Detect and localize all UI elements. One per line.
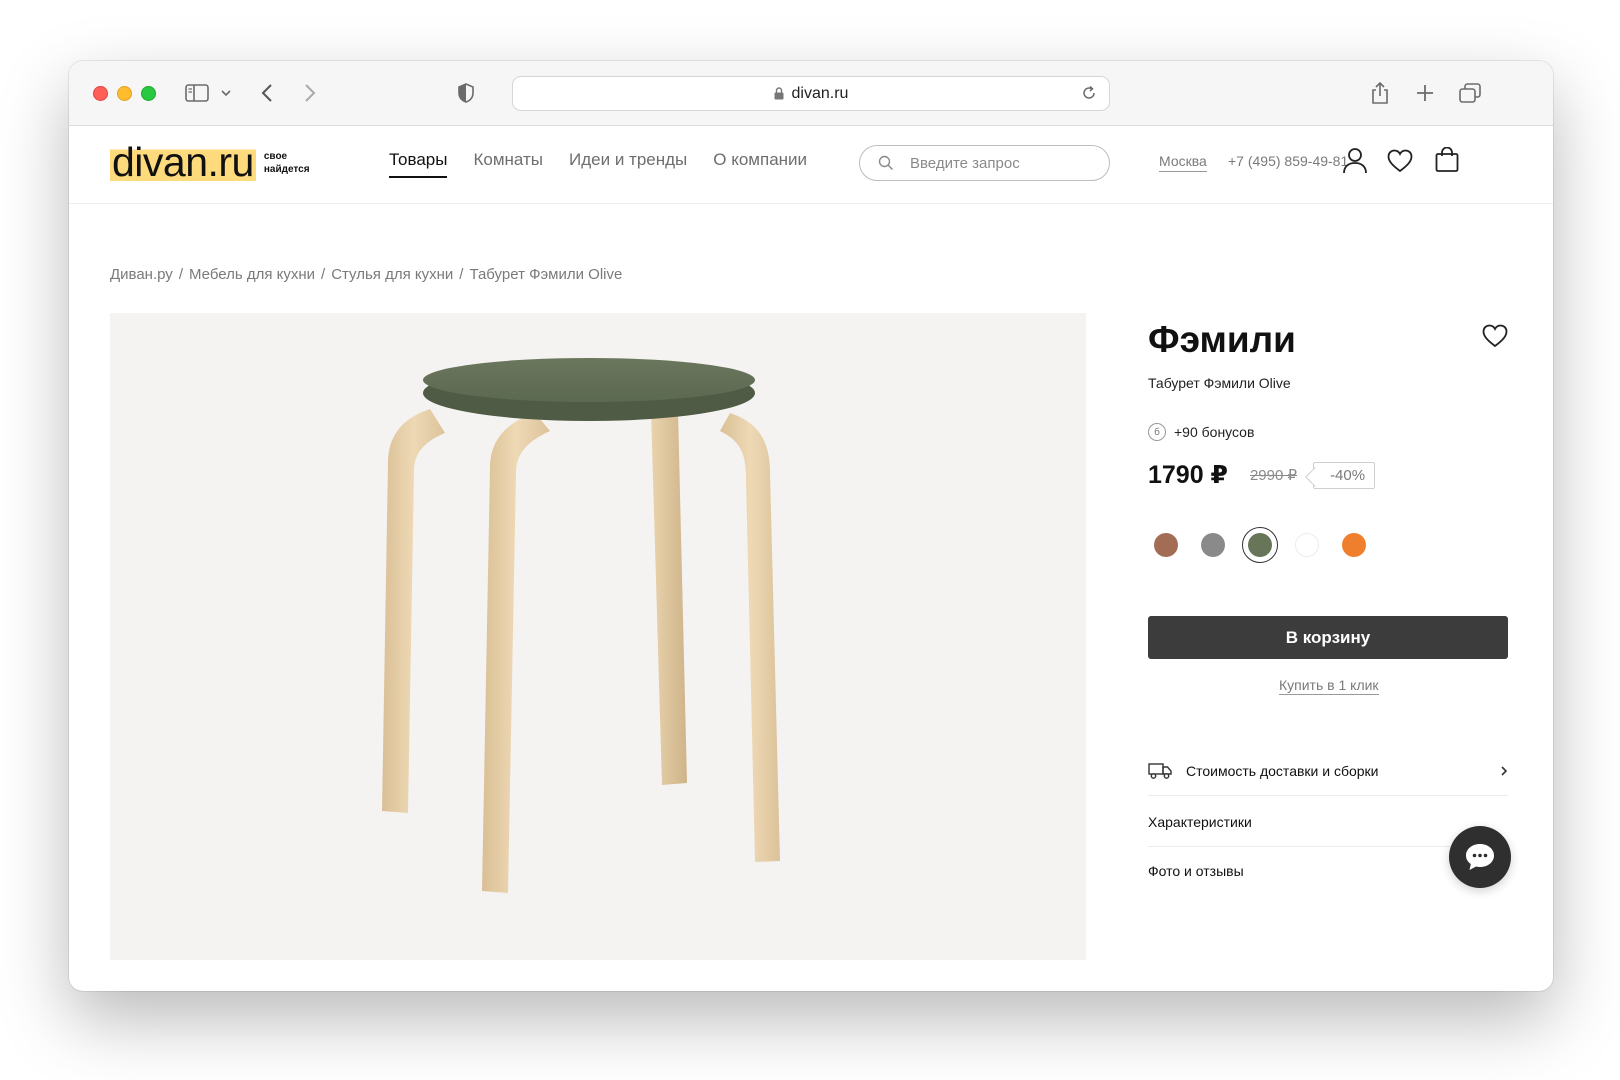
bonus-info: б +90 бонусов <box>1148 423 1254 441</box>
nav-item-ideas[interactable]: Идеи и тренды <box>569 150 687 178</box>
reload-icon[interactable] <box>1081 85 1097 101</box>
current-price: 1790 ₽ <box>1148 461 1228 489</box>
add-to-favorites-heart-icon[interactable] <box>1482 324 1508 348</box>
discount-badge: -40% <box>1313 461 1376 489</box>
share-icon[interactable] <box>1368 79 1392 107</box>
privacy-shield-icon[interactable] <box>455 79 477 107</box>
heart-icon[interactable] <box>1387 149 1413 173</box>
swatch-orange[interactable] <box>1336 527 1372 563</box>
chevron-right-icon <box>1500 765 1508 777</box>
address-bar[interactable]: divan.ru <box>512 76 1110 111</box>
nav-item-about[interactable]: О компании <box>713 150 807 178</box>
forward-arrow-icon[interactable] <box>300 79 320 107</box>
color-swatches <box>1148 527 1383 563</box>
buy-one-click-link[interactable]: Купить в 1 клик <box>1279 677 1379 695</box>
breadcrumb-item-current: Табурет Фэмили Olive <box>469 266 623 283</box>
browser-toolbar: divan.ru <box>69 61 1553 126</box>
back-arrow-icon[interactable] <box>257 79 277 107</box>
city-selector[interactable]: Москва <box>1159 153 1207 172</box>
url-text: divan.ru <box>791 84 849 102</box>
accordion-specs-label: Характеристики <box>1148 813 1252 830</box>
breadcrumb-item-kitchen[interactable]: Мебель для кухни <box>189 266 315 283</box>
site-header: divan.ru свое найдется Товары Комнаты Ид… <box>69 126 1553 204</box>
old-price: 2990 ₽ <box>1249 467 1298 484</box>
new-tab-icon[interactable] <box>1413 79 1437 107</box>
breadcrumb-item-chairs[interactable]: Стулья для кухни <box>331 266 453 283</box>
breadcrumb-separator: / <box>178 266 183 283</box>
search-icon <box>878 155 894 171</box>
chevron-down-icon[interactable] <box>219 79 233 107</box>
chat-bubble-icon <box>1464 842 1496 872</box>
swatch-brown[interactable] <box>1148 527 1184 563</box>
product-image[interactable] <box>110 313 1086 960</box>
truck-icon <box>1148 762 1172 780</box>
nav-item-products[interactable]: Товары <box>389 150 448 178</box>
zoom-window-button[interactable] <box>141 86 156 101</box>
browser-window: divan.ru divan.ru свое найдется Товары К… <box>69 61 1553 991</box>
stool-illustration <box>382 358 780 893</box>
minimize-window-button[interactable] <box>117 86 132 101</box>
sidebar-toggle-icon[interactable] <box>183 79 211 107</box>
price-row: 1790 ₽ 2990 ₽ -40% <box>1148 460 1376 490</box>
logo-text: divan.ru <box>110 139 256 185</box>
user-icon[interactable] <box>1342 147 1368 175</box>
search-box[interactable] <box>859 145 1110 181</box>
accordion-delivery[interactable]: Стоимость доставки и сборки <box>1148 746 1508 796</box>
nav-item-rooms[interactable]: Комнаты <box>473 150 543 178</box>
product-title: Фэмили <box>1148 319 1296 360</box>
swatch-white[interactable] <box>1289 527 1325 563</box>
main-nav: Товары Комнаты Идеи и тренды О компании <box>389 150 833 178</box>
lock-icon <box>774 87 784 100</box>
search-input[interactable] <box>910 154 1090 172</box>
breadcrumb-separator: / <box>321 266 326 283</box>
breadcrumb-separator: / <box>459 266 464 283</box>
add-to-cart-button[interactable]: В корзину <box>1148 616 1508 659</box>
close-window-button[interactable] <box>93 86 108 101</box>
accordion-photos-label: Фото и отзывы <box>1148 863 1244 879</box>
tab-overview-icon[interactable] <box>1458 79 1482 107</box>
chat-button[interactable] <box>1449 826 1511 888</box>
swatch-gray[interactable] <box>1195 527 1231 563</box>
bonus-coin-icon: б <box>1148 423 1166 441</box>
bonus-text: +90 бонусов <box>1174 424 1255 440</box>
site-logo[interactable]: divan.ru свое найдется <box>110 142 324 183</box>
breadcrumb-item-home[interactable]: Диван.ру <box>110 266 173 283</box>
accordion-delivery-label: Стоимость доставки и сборки <box>1186 762 1379 779</box>
swatch-olive[interactable] <box>1242 527 1278 563</box>
logo-tagline: свое найдется <box>263 150 310 175</box>
phone-number[interactable]: +7 (495) 859-49-81 <box>1228 153 1348 169</box>
cart-bag-icon[interactable] <box>1435 147 1459 173</box>
product-subtitle: Табурет Фэмили Olive <box>1148 375 1291 391</box>
breadcrumb: Диван.ру / Мебель для кухни / Стулья для… <box>110 266 622 283</box>
